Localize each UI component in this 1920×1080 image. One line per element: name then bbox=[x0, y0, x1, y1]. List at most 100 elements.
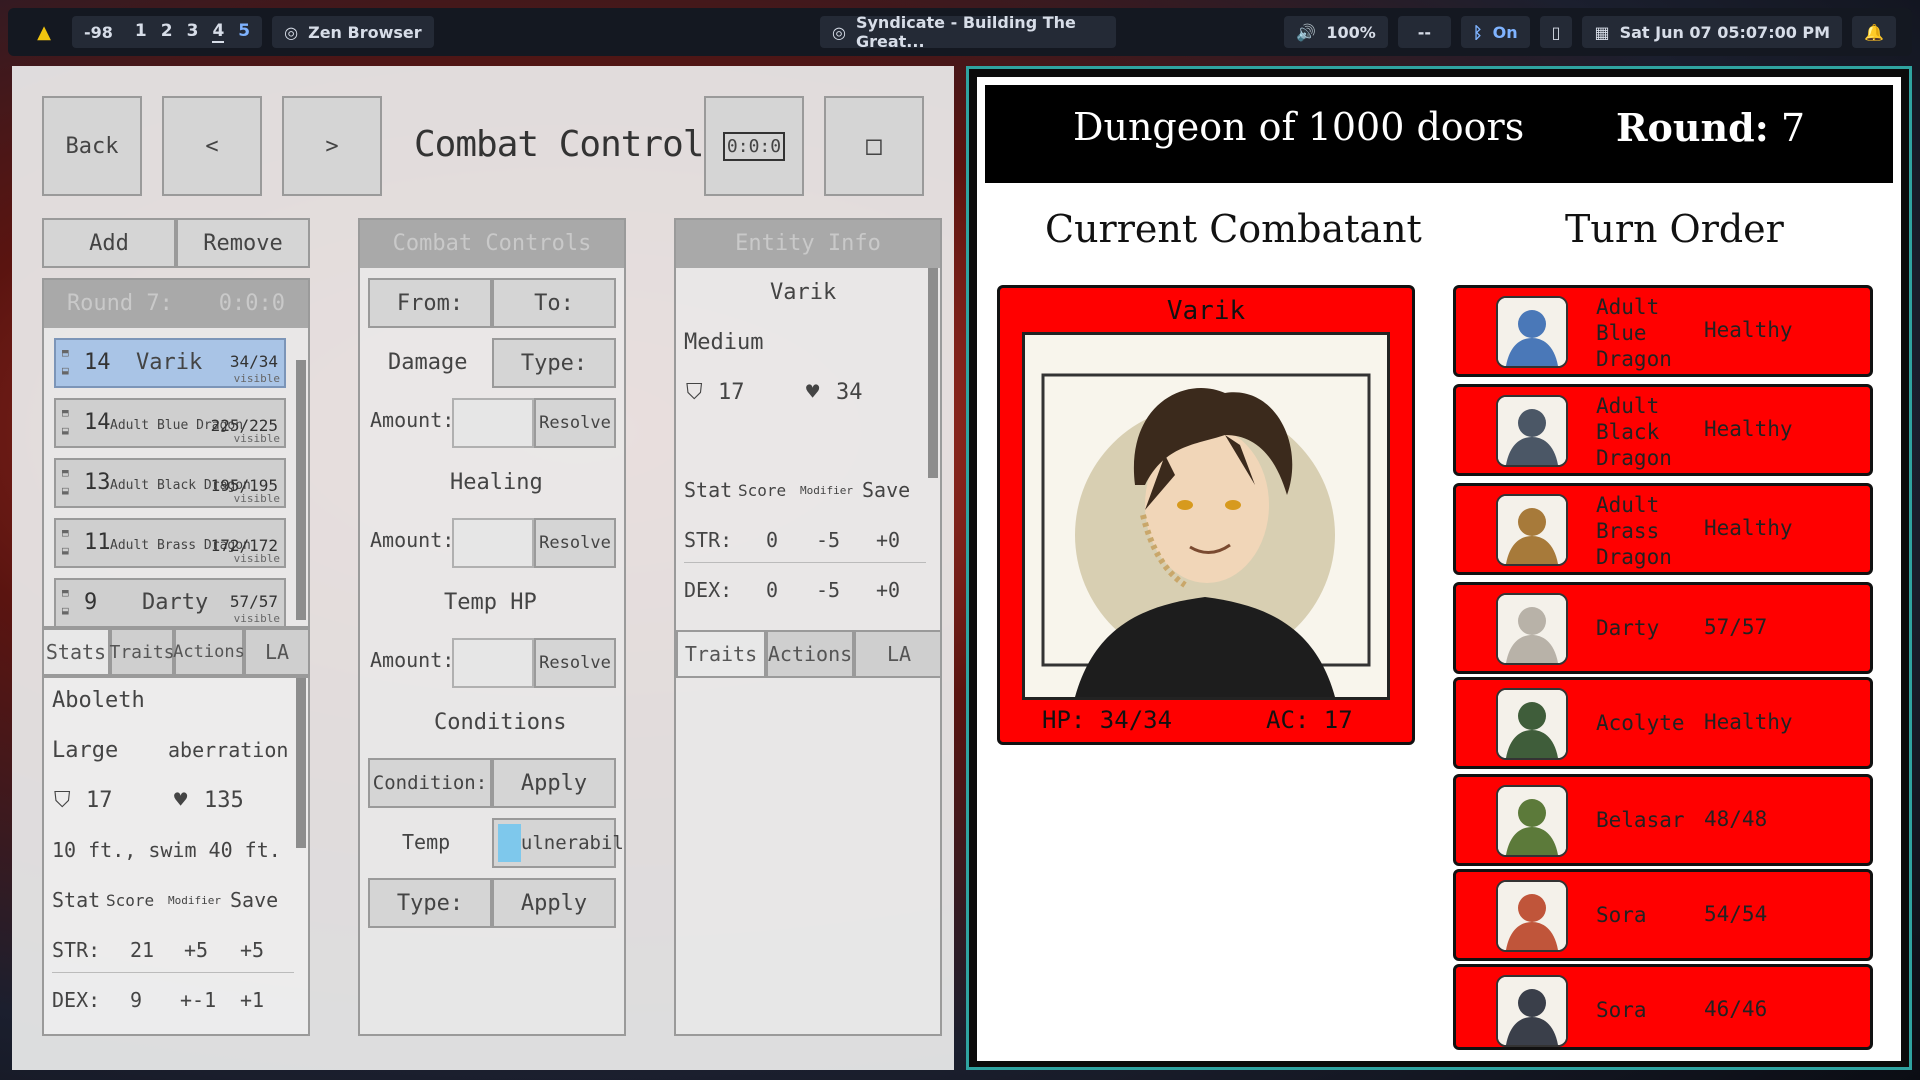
stop-button[interactable]: □ bbox=[824, 96, 924, 196]
prev-turn-button[interactable]: < bbox=[162, 96, 262, 196]
reorder-arrows-icon[interactable]: ⬒ ⬓ bbox=[62, 464, 78, 500]
monster-speed: 10 ft., swim 40 ft. bbox=[52, 838, 281, 862]
dex-score: 0 bbox=[766, 578, 779, 602]
temp-hp-resolve-button[interactable]: Resolve bbox=[534, 638, 616, 688]
next-turn-button[interactable]: > bbox=[282, 96, 382, 196]
damage-resolve-button[interactable]: Resolve bbox=[534, 398, 616, 448]
divider bbox=[684, 562, 926, 563]
healing-resolve-button[interactable]: Resolve bbox=[534, 518, 616, 568]
damage-type-select[interactable]: Type: bbox=[492, 338, 616, 388]
reorder-arrows-icon[interactable]: ⬒ ⬓ bbox=[62, 524, 78, 560]
launcher-icon[interactable]: ▲ bbox=[28, 16, 60, 48]
reorder-arrows-icon[interactable]: ⬒ ⬓ bbox=[62, 584, 78, 620]
workspace-3[interactable]: 3 bbox=[187, 21, 199, 43]
battery-chip[interactable]: ▯ bbox=[1539, 16, 1573, 48]
entity-row[interactable]: ⬒ ⬓ 9 Darty 57/57 visible bbox=[54, 578, 286, 626]
datetime: Sat Jun 07 05:07:00 PM bbox=[1619, 22, 1831, 42]
turn-name: Darty bbox=[1596, 616, 1660, 640]
round-label: Round 7: bbox=[66, 291, 173, 316]
workspace-5[interactable]: 5 bbox=[238, 21, 250, 43]
dex-save: +0 bbox=[876, 578, 901, 602]
entity-info-head: Entity Info bbox=[676, 220, 940, 268]
workspace-2[interactable]: 2 bbox=[161, 21, 173, 43]
remove-button[interactable]: Remove bbox=[176, 218, 310, 268]
temp-hp-amount-label: Amount: bbox=[370, 648, 455, 672]
monster-type: aberration bbox=[168, 738, 289, 762]
visible-toggle[interactable]: visible bbox=[234, 552, 280, 565]
turn-status: Healthy bbox=[1704, 417, 1793, 441]
battery-icon: ▯ bbox=[1551, 22, 1561, 42]
network-chip[interactable]: -- bbox=[1397, 16, 1452, 48]
temp-vuln-label-b: ulnerability bbox=[520, 832, 624, 854]
entity-scrollbar[interactable] bbox=[928, 268, 938, 478]
tab-traits[interactable]: Traits bbox=[109, 628, 175, 676]
vuln-type-select[interactable]: Type: bbox=[368, 878, 492, 928]
stat-dex: DEX: bbox=[684, 578, 733, 602]
entity-initiative: 14 bbox=[84, 410, 111, 435]
healing-amount-input[interactable] bbox=[452, 518, 534, 568]
current-hp: HP: 34/34 bbox=[1042, 706, 1173, 734]
visible-toggle[interactable]: visible bbox=[234, 612, 280, 625]
reorder-arrows-icon[interactable]: ⬒ ⬓ bbox=[62, 344, 78, 380]
volume-chip[interactable]: 🔊 100% bbox=[1284, 16, 1388, 48]
notification-chip[interactable]: 🔔 bbox=[1852, 16, 1896, 48]
monster-ac: 17 bbox=[86, 788, 113, 813]
add-button[interactable]: Add bbox=[42, 218, 176, 268]
temp-vulnerability-select[interactable]: ulnerability bbox=[492, 818, 624, 868]
entity-row[interactable]: ⬒ ⬓ 14 Adult Blue Dragon 225/225 visible bbox=[54, 398, 286, 448]
status-area: 🔊 100% -- ᛒ On ▯ ▦ Sat Jun 07 05:07:00 P… bbox=[1284, 16, 1896, 48]
entity-row[interactable]: ⬒ ⬓ 11 Adult Brass Dragon 172/172 visible bbox=[54, 518, 286, 568]
tab-la[interactable]: LA bbox=[244, 628, 310, 676]
workspace-4[interactable]: 4 bbox=[212, 21, 225, 43]
to-select[interactable]: To: bbox=[492, 278, 616, 328]
vuln-apply-button[interactable]: Apply bbox=[492, 878, 616, 928]
damage-label: Damage bbox=[388, 350, 468, 375]
back-button[interactable]: Back bbox=[42, 96, 142, 196]
timer-button[interactable]: 0:0:0 bbox=[704, 96, 804, 196]
silhouette-avatar-icon bbox=[1496, 688, 1568, 760]
monster-size: Large bbox=[52, 738, 119, 763]
entity-initiative: 13 bbox=[84, 470, 111, 495]
visible-toggle[interactable]: visible bbox=[234, 492, 280, 505]
brass-dragon-avatar-icon bbox=[1496, 494, 1568, 566]
entity-name: Varik bbox=[136, 350, 203, 375]
tab-traits[interactable]: Traits bbox=[676, 630, 766, 678]
condition-select[interactable]: Condition: bbox=[368, 758, 492, 808]
clock-chip[interactable]: ▦ Sat Jun 07 05:07:00 PM bbox=[1582, 16, 1843, 48]
dex-save: +1 bbox=[240, 988, 265, 1012]
tab-la[interactable]: LA bbox=[854, 630, 940, 678]
bluetooth-chip[interactable]: ᛒ On bbox=[1461, 16, 1530, 48]
temp-hp-amount-input[interactable] bbox=[452, 638, 534, 688]
str-mod: +5 bbox=[184, 938, 209, 962]
workspace-1[interactable]: 1 bbox=[135, 21, 147, 43]
tab-stats[interactable]: Stats bbox=[42, 628, 110, 676]
entity-row[interactable]: ⬒ ⬓ 13 Adult Black Dragon 195/195 visible bbox=[54, 458, 286, 508]
tab-actions[interactable]: Actions bbox=[766, 630, 854, 678]
turn-status: 57/57 bbox=[1704, 615, 1768, 639]
from-select[interactable]: From: bbox=[368, 278, 492, 328]
bluetooth-icon: ᛒ bbox=[1473, 22, 1483, 42]
heart-icon: ♥ bbox=[174, 788, 188, 813]
combat-control-window: Back < > Combat Control 0:0:0 □ Add Remo… bbox=[12, 66, 954, 1070]
tab-actions[interactable]: Actions bbox=[173, 628, 245, 676]
damage-amount-input[interactable] bbox=[452, 398, 534, 448]
turn-name: Adult Blue Dragon bbox=[1596, 295, 1672, 371]
damage-amount-label: Amount: bbox=[370, 408, 455, 432]
stats-scrollbar[interactable] bbox=[296, 678, 306, 848]
list-scrollbar[interactable] bbox=[296, 360, 306, 620]
reorder-arrows-icon[interactable]: ⬒ ⬓ bbox=[62, 404, 78, 440]
active-window-chip[interactable]: ◎ Syndicate - Building The Great... bbox=[820, 13, 1116, 51]
dex-score: 9 bbox=[130, 988, 143, 1012]
display-canvas: Dungeon of 1000 doors Round: 7 Current C… bbox=[977, 77, 1901, 1061]
entity-row[interactable]: ⬒ ⬓ 14 Varik 34/34 visible bbox=[54, 338, 286, 388]
turn-name: Sora bbox=[1596, 903, 1647, 927]
current-ac: AC: 17 bbox=[1266, 706, 1353, 734]
browser-chip[interactable]: ◎ Zen Browser bbox=[272, 16, 434, 48]
condition-apply-button[interactable]: Apply bbox=[492, 758, 616, 808]
square-icon: □ bbox=[866, 131, 882, 161]
visible-toggle[interactable]: visible bbox=[234, 372, 280, 385]
workspace-offset: -98 bbox=[84, 22, 113, 42]
stat-head-score: Score bbox=[738, 481, 787, 500]
visible-toggle[interactable]: visible bbox=[234, 432, 280, 445]
entity-initiative: 11 bbox=[84, 530, 111, 555]
